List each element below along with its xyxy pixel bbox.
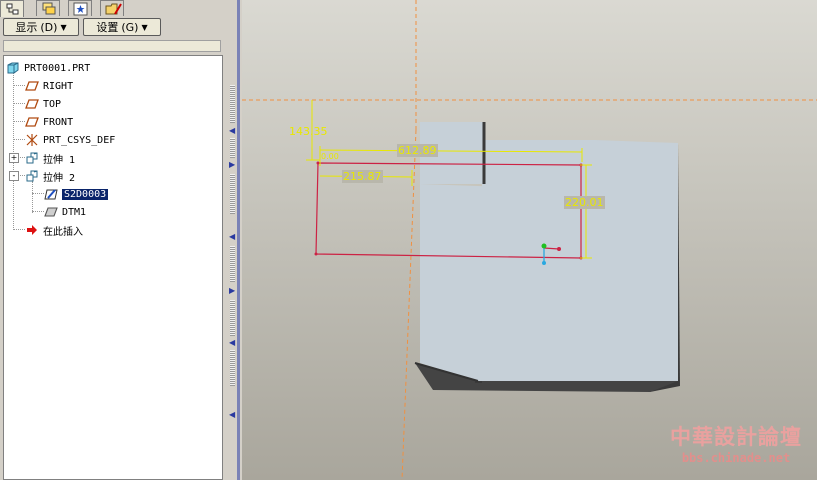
- show-menu-button[interactable]: 显示 (D) ▼: [3, 18, 79, 36]
- dropdown-arrow-icon: ▼: [60, 22, 67, 32]
- datum-plane-icon: [25, 99, 39, 109]
- expand-right-icon[interactable]: ▶: [229, 160, 235, 169]
- model-tree: PRT0001.PRT RIGHT TOP FRONT PRT_CSYS_DEF: [3, 55, 223, 480]
- datum-plane-icon: [25, 117, 39, 127]
- tree-item-label: 拉伸 2: [43, 172, 76, 184]
- expand-toggle-extrude-1[interactable]: +: [9, 153, 19, 163]
- watermark-title: 中華設計論壇: [670, 424, 802, 449]
- forum-watermark: 中華設計論壇 bbs.chinade.net: [661, 424, 811, 472]
- dimension-0-00[interactable]: 0.00: [321, 152, 339, 161]
- tree-item-extrude-2[interactable]: 拉伸 2: [25, 168, 75, 184]
- dropdown-arrow-icon: ▼: [141, 22, 148, 32]
- tree-item-label: PRT_CSYS_DEF: [43, 134, 116, 146]
- tree-item-right[interactable]: RIGHT: [25, 78, 73, 94]
- settings-menu-button[interactable]: 设置 (G) ▼: [83, 18, 161, 36]
- layers-icon: [42, 2, 56, 15]
- tree-item-sketch[interactable]: S2D0003: [44, 186, 109, 202]
- tab-folder-browser[interactable]: [100, 0, 124, 16]
- show-menu-key: (D): [40, 20, 58, 34]
- model-scene: [242, 0, 817, 480]
- folder-browser-icon: [105, 3, 122, 15]
- tree-item-insert-here[interactable]: 在此插入: [25, 222, 83, 238]
- navigator-tabs: [0, 0, 228, 17]
- datum-plane-icon: [44, 207, 58, 217]
- tree-item-extrude-1[interactable]: 拉伸 1: [25, 150, 75, 166]
- collapse-left-icon[interactable]: ◀: [229, 126, 235, 135]
- part-icon: [7, 62, 19, 74]
- datum-plane-icon: [25, 81, 39, 91]
- tree-item-label: RIGHT: [43, 80, 74, 92]
- expand-right-icon[interactable]: ▶: [229, 286, 235, 295]
- dimension-220-01[interactable]: 220.01: [564, 196, 605, 209]
- tree-item-csys[interactable]: PRT_CSYS_DEF: [25, 132, 115, 148]
- settings-menu-label: 设置: [96, 21, 119, 34]
- dimension-612-89[interactable]: 612.89: [397, 144, 438, 157]
- csys-icon: [26, 134, 38, 146]
- graphics-viewport[interactable]: 143.35 612.89 215.87 220.01 0.00 中華設計論壇 …: [242, 0, 817, 480]
- tree-item-label: FRONT: [43, 116, 74, 128]
- collapse-left-icon[interactable]: ◀: [229, 232, 235, 241]
- dimension-215-87[interactable]: 215.87: [342, 170, 383, 183]
- panel-splitter[interactable]: ◀ ▶ ◀ ▶ ◀ ◀: [228, 0, 242, 480]
- tree-root-label: PRT0001.PRT: [24, 62, 91, 74]
- tree-item-label: S2D0003: [62, 188, 109, 200]
- tree-root[interactable]: PRT0001.PRT: [6, 60, 90, 76]
- tab-model-tree[interactable]: [0, 0, 24, 17]
- tree-item-label: 在此插入: [43, 226, 83, 238]
- sketch-icon: [44, 189, 58, 200]
- extrude-icon: [26, 170, 38, 182]
- expand-toggle-extrude-2[interactable]: -: [9, 171, 19, 181]
- insert-here-arrow-icon: [27, 225, 37, 235]
- dimension-143-35[interactable]: 143.35: [289, 125, 328, 138]
- tree-menu-bar: 显示 (D) ▼ 设置 (G) ▼: [3, 18, 228, 37]
- settings-menu-key: (G): [121, 20, 139, 34]
- tree-item-label: DTM1: [62, 206, 87, 218]
- tab-favorites[interactable]: [68, 0, 92, 16]
- tree-item-front[interactable]: FRONT: [25, 114, 73, 130]
- tab-layers[interactable]: [36, 0, 60, 16]
- extrude-icon: [26, 152, 38, 164]
- show-menu-label: 显示: [15, 21, 38, 34]
- collapse-left-icon[interactable]: ◀: [229, 410, 235, 419]
- collapse-left-icon[interactable]: ◀: [229, 338, 235, 347]
- watermark-url: bbs.chinade.net: [681, 451, 791, 465]
- favorites-icon: [73, 2, 88, 16]
- tree-item-label: 拉伸 1: [43, 154, 76, 166]
- navigator-panel: 显示 (D) ▼ 设置 (G) ▼ PRT0001.PRT RIGHT TOP …: [0, 0, 228, 480]
- tree-item-label: TOP: [43, 98, 62, 110]
- tree-item-dtm1[interactable]: DTM1: [44, 204, 86, 220]
- model-tree-icon: [6, 3, 19, 15]
- tree-filter-strip[interactable]: [3, 40, 221, 52]
- tree-item-top[interactable]: TOP: [25, 96, 61, 112]
